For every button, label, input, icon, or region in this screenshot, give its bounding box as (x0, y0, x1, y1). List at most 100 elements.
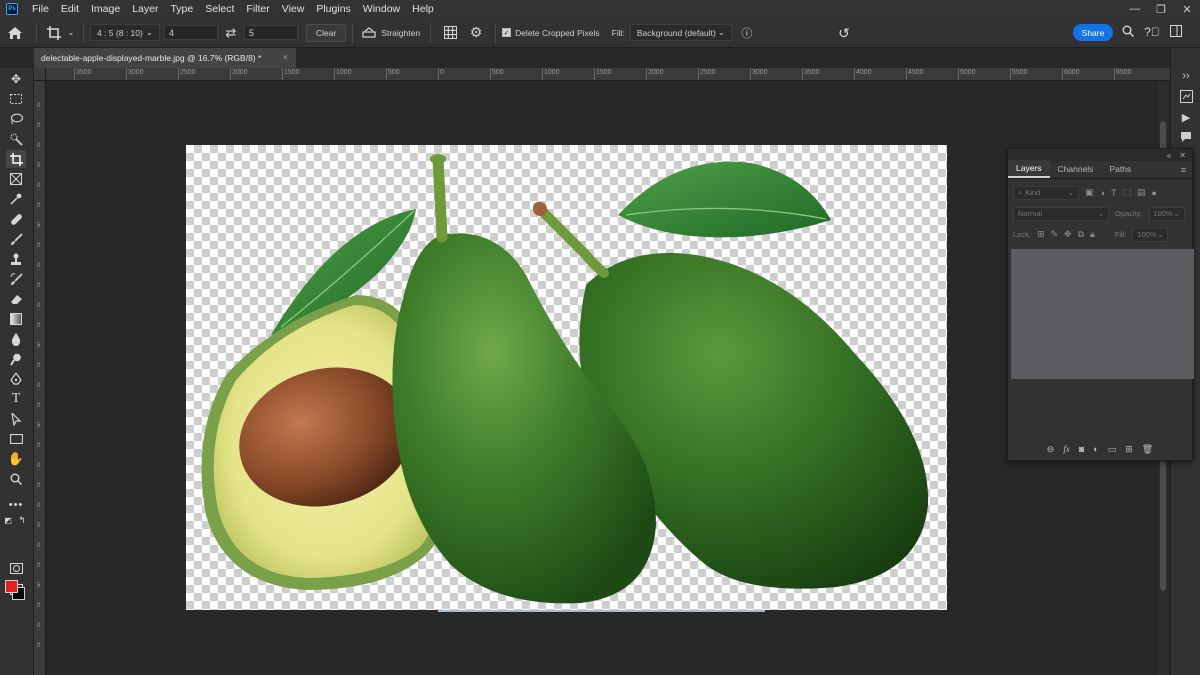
healing-brush-tool-icon[interactable] (6, 210, 26, 228)
ratio-width-input[interactable]: 4 (164, 25, 218, 40)
expand-panels-icon[interactable]: ›› (1178, 68, 1194, 84)
menu-filter[interactable]: Filter (240, 0, 275, 18)
opacity-input[interactable]: 100% ⌄ (1148, 206, 1185, 221)
default-colors-icon[interactable]: ◩ (2, 514, 14, 526)
canvas-workspace[interactable] (46, 81, 1170, 675)
eraser-tool-icon[interactable] (6, 290, 26, 308)
menu-help[interactable]: Help (406, 0, 440, 18)
workspace-icon[interactable] (1168, 25, 1184, 37)
panel-menu-icon[interactable]: ≡ (1181, 165, 1186, 175)
swap-colors-icon[interactable]: ↰ (16, 514, 28, 526)
vertical-ruler[interactable]: 0 0 0 5 0 0 5 0 0 0 0 0 5 0 0 0 5 0 0 0 0 5 0 0 5 0 0 0 (34, 81, 46, 675)
lock-all-icon[interactable]: 🔒︎ (1090, 229, 1095, 240)
brush-tool-icon[interactable] (6, 230, 26, 248)
help-icon[interactable]: ?⃝ (1144, 25, 1160, 39)
crop-tool-icon[interactable] (6, 150, 26, 168)
more-tools-icon[interactable]: ••• (6, 496, 26, 514)
adjustment-layer-icon[interactable]: ◐ (1093, 444, 1098, 454)
new-layer-icon[interactable]: ⊞ (1125, 444, 1133, 455)
type-tool-icon[interactable]: T (6, 390, 26, 408)
hand-tool-icon[interactable]: ✋ (6, 450, 26, 468)
menu-file[interactable]: File (26, 0, 55, 18)
kind-filter-select[interactable]: ⌕ Kind ⌄ (1013, 185, 1079, 200)
home-icon[interactable] (0, 26, 30, 40)
menu-view[interactable]: View (276, 0, 311, 18)
quick-selection-tool-icon[interactable] (6, 130, 26, 148)
zoom-tool-icon[interactable] (6, 470, 26, 488)
lock-position-icon[interactable]: ✥ (1064, 229, 1072, 240)
lock-pixels-icon[interactable]: ✎ (1050, 229, 1058, 240)
type-filter-icon[interactable]: T (1111, 188, 1117, 198)
share-button[interactable]: Share (1073, 24, 1113, 41)
clone-stamp-tool-icon[interactable] (6, 250, 26, 268)
menu-layer[interactable]: Layer (126, 0, 164, 18)
lock-transparent-icon[interactable]: ⊞ (1037, 229, 1045, 240)
reset-icon[interactable]: ↺ (836, 25, 852, 42)
comments-icon[interactable] (1178, 129, 1194, 145)
chevron-down-icon[interactable]: ⌄ (65, 28, 77, 37)
tab-channels[interactable]: Channels (1050, 160, 1102, 178)
minimize-icon[interactable]: — (1122, 0, 1148, 18)
menu-select[interactable]: Select (199, 0, 240, 18)
menu-plugins[interactable]: Plugins (310, 0, 356, 18)
blur-tool-icon[interactable] (6, 330, 26, 348)
search-icon[interactable] (1120, 25, 1136, 37)
gradient-tool-icon[interactable] (6, 310, 26, 328)
path-selection-tool-icon[interactable] (6, 410, 26, 428)
menu-image[interactable]: Image (85, 0, 126, 18)
delete-cropped-pixels-checkbox[interactable]: ✓ Delete Cropped Pixels (502, 28, 600, 38)
maximize-icon[interactable]: ❐ (1148, 0, 1174, 18)
pen-tool-icon[interactable] (6, 370, 26, 388)
play-actions-icon[interactable]: ▶ (1178, 109, 1194, 125)
shape-filter-icon[interactable]: ⬚ (1122, 187, 1131, 198)
menu-type[interactable]: Type (164, 0, 199, 18)
horizontal-ruler[interactable]: 3500 3000 2500 2000 1500 1000 500 0 500 1000 1500 2… (46, 68, 1170, 81)
frame-tool-icon[interactable] (6, 170, 26, 188)
ruler-origin[interactable] (34, 68, 46, 81)
add-mask-icon[interactable]: ◙ (1079, 444, 1084, 454)
layer-style-icon[interactable]: fx (1063, 444, 1070, 454)
gear-icon[interactable]: ⚙ (463, 24, 489, 41)
clear-button[interactable]: Clear (306, 23, 347, 42)
close-panel-icon[interactable]: ✕ (1179, 151, 1186, 160)
rectangle-tool-icon[interactable] (6, 430, 26, 448)
blend-mode-select[interactable]: Normal ⌄ (1013, 206, 1109, 221)
history-brush-tool-icon[interactable] (6, 270, 26, 288)
close-icon[interactable]: × (283, 52, 288, 62)
crop-tool-icon[interactable] (43, 25, 65, 40)
fill-input[interactable]: 100% ⌄ (1132, 227, 1169, 242)
tab-layers[interactable]: Layers (1008, 160, 1050, 178)
ratio-height-input[interactable]: 5 (244, 25, 298, 40)
tab-paths[interactable]: Paths (1101, 160, 1139, 178)
move-tool-icon[interactable]: ✥ (6, 70, 26, 88)
dodge-tool-icon[interactable] (6, 350, 26, 368)
menu-window[interactable]: Window (357, 0, 406, 18)
filter-toggle-icon[interactable]: ● (1151, 188, 1156, 198)
new-group-icon[interactable]: ▭ (1108, 444, 1117, 455)
overlay-grid-icon[interactable] (437, 26, 463, 39)
ratio-preset-select[interactable]: 4 : 5 (8 : 10) ⌄ (90, 24, 160, 41)
smart-object-filter-icon[interactable]: ▤ (1137, 187, 1146, 198)
collapse-panel-icon[interactable]: « (1167, 151, 1171, 160)
info-icon[interactable]: ⓘ (732, 25, 762, 41)
marquee-tool-icon[interactable] (6, 90, 26, 108)
delete-layer-icon[interactable]: 🗑︎ (1142, 444, 1153, 455)
document-canvas[interactable] (186, 145, 947, 610)
lasso-tool-icon[interactable] (6, 110, 26, 128)
menu-edit[interactable]: Edit (55, 0, 85, 18)
pixel-filter-icon[interactable]: ▣ (1085, 187, 1094, 198)
straighten-label[interactable]: Straighten (381, 28, 420, 38)
quick-mask-icon[interactable] (6, 559, 26, 577)
layers-list[interactable] (1011, 249, 1194, 379)
close-window-icon[interactable]: ✕ (1174, 0, 1200, 18)
link-layers-icon[interactable]: ⊖ (1047, 444, 1055, 455)
history-icon[interactable] (1178, 88, 1194, 104)
straighten-icon[interactable] (359, 26, 379, 39)
eyedropper-tool-icon[interactable] (6, 190, 26, 208)
lock-artboard-icon[interactable]: ⧉ (1078, 229, 1084, 240)
foreground-color-swatch[interactable] (5, 580, 18, 593)
document-tab[interactable]: delectable-apple-displayed-marble.jpg @ … (34, 48, 296, 68)
adjustment-filter-icon[interactable]: ◑ (1100, 188, 1105, 198)
fill-select[interactable]: Background (default) ⌄ (629, 24, 732, 41)
swap-dimensions-icon[interactable]: ⇄ (218, 25, 244, 41)
